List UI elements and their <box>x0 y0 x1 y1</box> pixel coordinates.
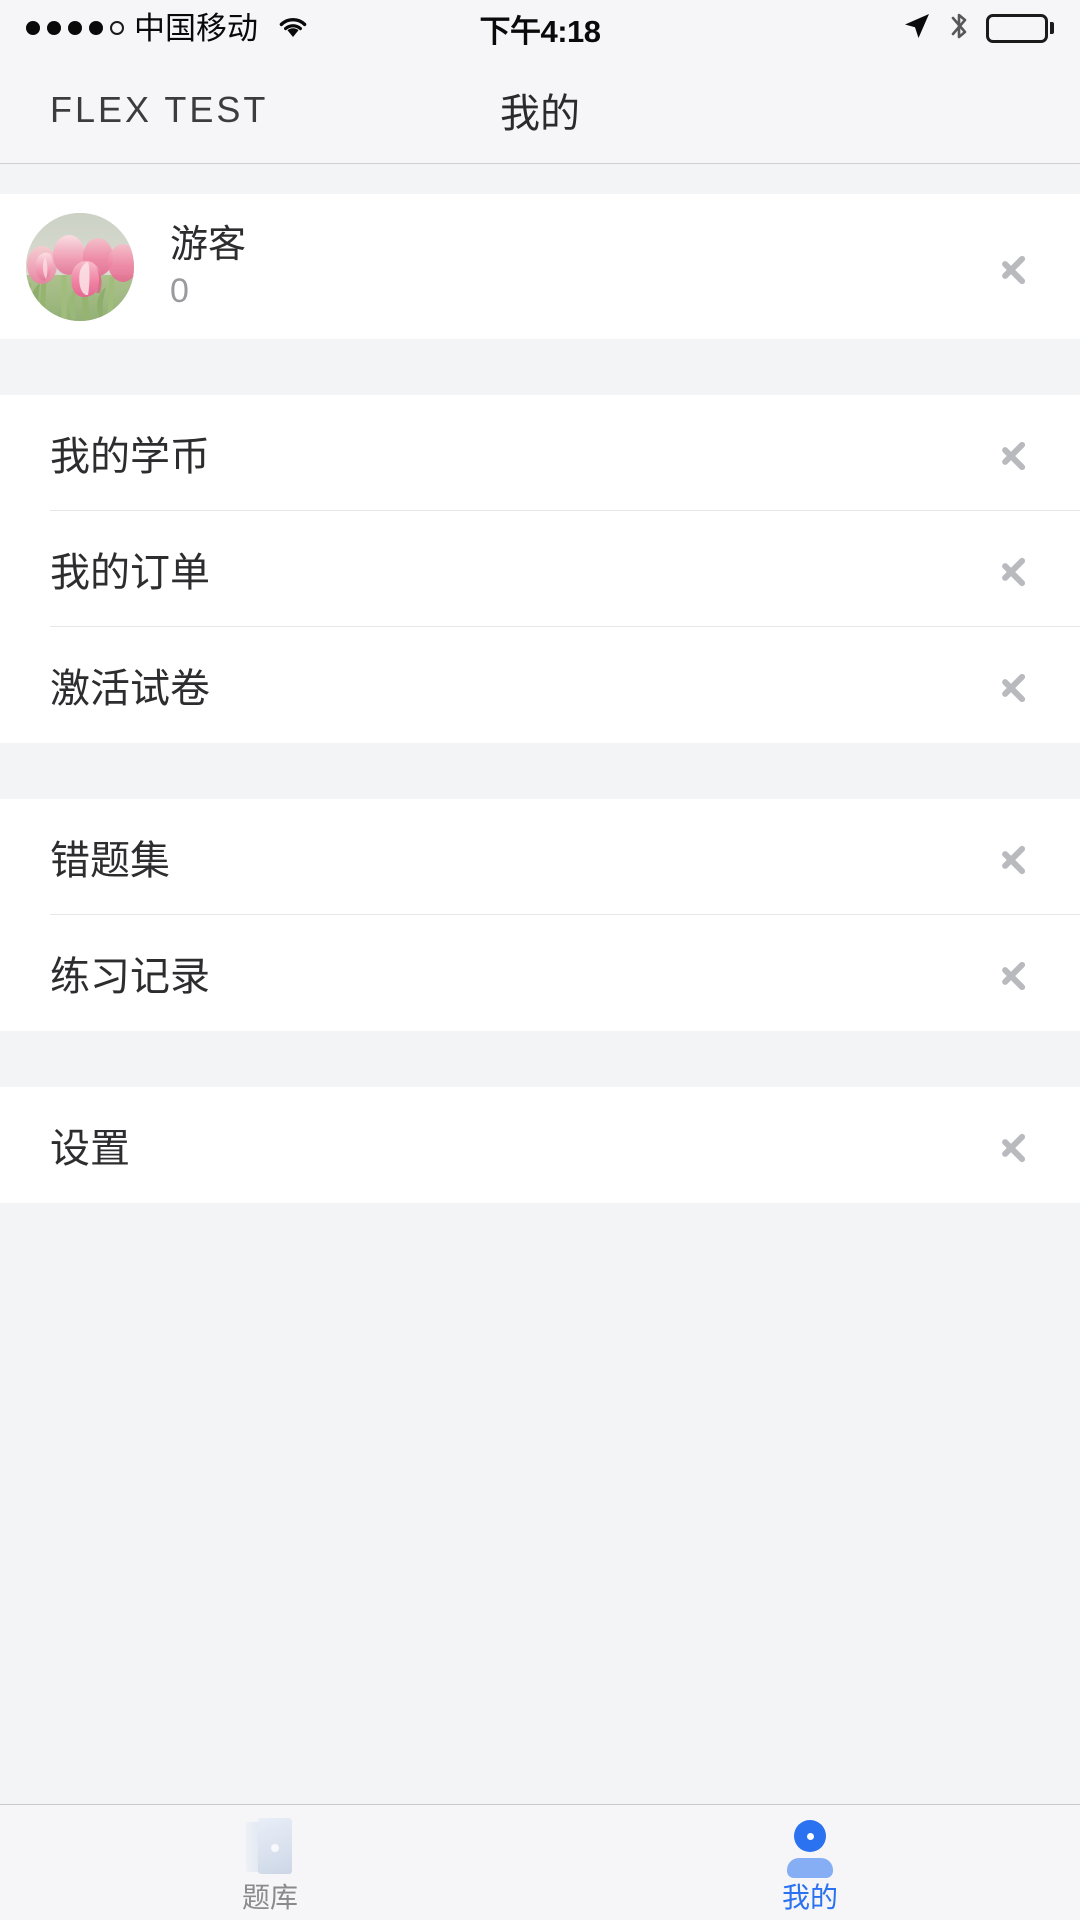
chevron-right-icon <box>1000 944 1036 1002</box>
signal-strength-icon <box>26 21 124 35</box>
location-arrow-icon <box>902 11 932 46</box>
chevron-right-icon <box>1000 424 1036 482</box>
menu-section-1: 我的学币 我的订单 激活试卷 <box>0 395 1080 743</box>
status-bar-left: 中国移动 <box>26 13 310 44</box>
tab-question-bank[interactable]: 题库 <box>0 1805 540 1920</box>
profile-count: 0 <box>170 271 189 310</box>
tab-bar: 题库 我的 <box>0 1804 1080 1920</box>
status-bar-right <box>902 10 1054 47</box>
menu-item-activate-paper[interactable]: 激活试卷 <box>0 627 1080 743</box>
carrier-label: 中国移动 <box>134 10 258 46</box>
nav-bar: FLEX TEST 我的 <box>0 56 1080 164</box>
main-content: 游客 0 我的学币 我的订单 激活试卷 错题集 练习记录 设置 <box>0 164 1080 1804</box>
tab-label: 我的 <box>781 1881 838 1913</box>
chevron-right-icon <box>1000 656 1036 714</box>
menu-item-orders[interactable]: 我的订单 <box>0 511 1080 627</box>
wifi-icon <box>276 13 310 44</box>
chevron-right-icon <box>1000 1116 1036 1174</box>
avatar <box>26 212 134 321</box>
tab-label: 题库 <box>241 1881 298 1913</box>
menu-item-settings[interactable]: 设置 <box>0 1087 1080 1203</box>
menu-item-practice-records[interactable]: 练习记录 <box>0 915 1080 1031</box>
battery-icon <box>986 13 1054 43</box>
person-icon <box>780 1819 840 1878</box>
app-brand-label: FLEX TEST <box>50 88 269 130</box>
profile-text: 游客 0 <box>170 226 246 308</box>
app-screen: 中国移动 下午4:18 FLEX TEST 我的 游客 0 我的学币 我的订单 … <box>0 0 1080 1920</box>
door-icon <box>240 1817 300 1878</box>
section-gap <box>0 339 1080 395</box>
menu-item-label: 我的订单 <box>50 551 210 595</box>
menu-item-wrong-questions[interactable]: 错题集 <box>0 799 1080 915</box>
menu-item-label: 练习记录 <box>50 955 210 999</box>
chevron-right-icon <box>1000 540 1036 598</box>
section-gap <box>0 164 1080 194</box>
status-bar: 中国移动 下午4:18 <box>0 0 1080 56</box>
section-gap <box>0 1031 1080 1087</box>
chevron-right-icon <box>1000 828 1036 886</box>
profile-name: 游客 <box>170 223 247 266</box>
tab-mine[interactable]: 我的 <box>540 1805 1080 1920</box>
menu-section-2: 错题集 练习记录 <box>0 799 1080 1031</box>
menu-item-label: 错题集 <box>50 839 170 883</box>
menu-item-label: 设置 <box>50 1127 130 1171</box>
section-gap <box>0 743 1080 799</box>
menu-section-3: 设置 <box>0 1087 1080 1203</box>
bluetooth-icon <box>948 10 970 47</box>
menu-item-coins[interactable]: 我的学币 <box>0 395 1080 511</box>
tulip-avatar-icon <box>26 212 134 321</box>
clock-label: 下午4:18 <box>479 13 601 49</box>
chevron-right-icon <box>1000 238 1036 296</box>
profile-row[interactable]: 游客 0 <box>0 194 1080 339</box>
menu-item-label: 我的学币 <box>50 435 210 479</box>
menu-item-label: 激活试卷 <box>50 667 210 711</box>
